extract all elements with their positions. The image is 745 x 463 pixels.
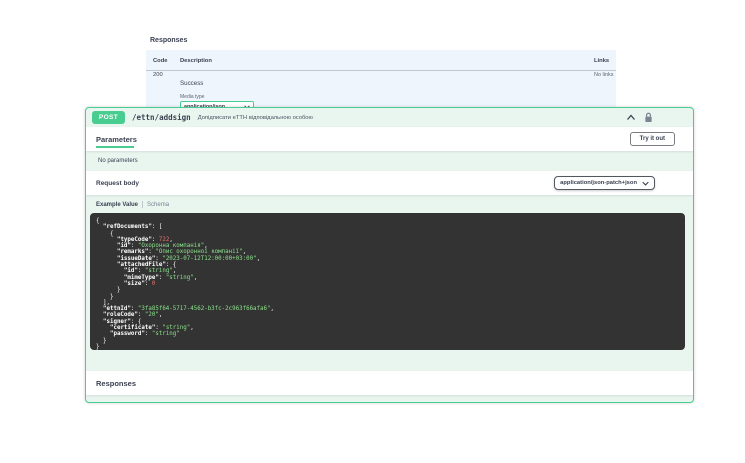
content-type-value: application/json-patch+json — [560, 180, 637, 186]
try-it-out-button[interactable]: Try it out — [629, 132, 675, 146]
response-description: Success — [180, 80, 204, 87]
example-code: { "refDocuments": [ { "typeCode": 722, "… — [90, 213, 685, 350]
response-links: No links — [594, 72, 614, 78]
operation-summary-text: Допідписати еТТН відповідальною особою — [197, 114, 313, 121]
col-header-description: Description — [180, 58, 212, 64]
tab-divider — [142, 201, 144, 208]
post-operation-panel: POST /ettn/addsign Допідписати еТТН відп… — [85, 107, 694, 403]
previous-operation-section: Responses Code Description Links 200 Suc… — [142, 0, 620, 113]
operation-summary[interactable]: POST /ettn/addsign Допідписати еТТН відп… — [86, 108, 693, 127]
media-type-label: Media type — [180, 94, 205, 100]
chevron-down-icon — [642, 181, 649, 186]
lock-icon[interactable] — [644, 112, 653, 123]
responses-heading: Responses — [150, 37, 188, 44]
tab-schema[interactable]: Schema — [147, 202, 169, 208]
collapse-icon[interactable] — [626, 113, 636, 122]
example-schema-tabs: Example Value Schema — [96, 201, 693, 208]
operation-path: /ettn/addsign — [132, 113, 191, 122]
panel-bottom-padding — [86, 395, 693, 402]
method-badge: POST — [92, 111, 125, 124]
responses-table-header: Code Description Links — [146, 58, 616, 71]
no-parameters-text: No parameters — [98, 158, 138, 164]
responses-table-area: Code Description Links 200 Success No li… — [146, 50, 616, 113]
response-code: 200 — [153, 72, 163, 78]
request-body-title: Request body — [96, 179, 139, 187]
request-body-area: Example Value Schema { "refDocuments": [… — [86, 195, 693, 371]
col-header-code: Code — [153, 58, 168, 64]
content-type-select[interactable]: application/json-patch+json — [554, 176, 655, 190]
parameters-title: Parameters — [96, 134, 137, 144]
col-header-links: Links — [594, 58, 610, 64]
responses-title: Responses — [96, 378, 137, 388]
tab-example-value[interactable]: Example Value — [96, 202, 138, 208]
